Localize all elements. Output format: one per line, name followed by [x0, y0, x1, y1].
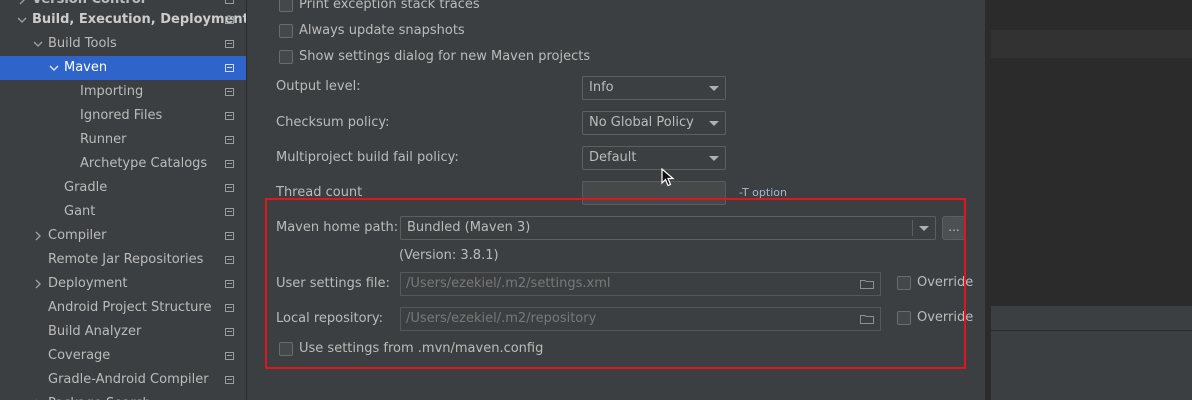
- checksum-policy-value: No Global Policy: [589, 115, 694, 130]
- tree-item-label: Coverage: [48, 348, 111, 363]
- tree-item-archetype-catalogs[interactable]: Archetype Catalogs: [0, 152, 246, 176]
- mouse-pointer-icon: [661, 168, 675, 187]
- settings-tree: Version Control Build, Execution, Deploy…: [0, 0, 246, 400]
- tree-item-build-tools[interactable]: Build Tools: [0, 32, 246, 56]
- tree-item-label: Archetype Catalogs: [80, 156, 208, 171]
- tree-item-maven[interactable]: Maven: [0, 56, 246, 80]
- multiproject-policy-label: Multiproject build fail policy:: [276, 150, 459, 165]
- output-level-select[interactable]: Info: [582, 76, 726, 100]
- checksum-policy-label: Checksum policy:: [276, 115, 390, 130]
- tree-item-runner[interactable]: Runner: [0, 128, 246, 152]
- tree-item-gradle-android-compiler[interactable]: Gradle-Android Compiler: [0, 368, 246, 392]
- tree-item-label: Build Analyzer: [48, 324, 142, 339]
- tree-item-label: Build, Execution, Deployment: [32, 12, 246, 27]
- tool-window-header: [991, 306, 1192, 330]
- project-settings-icon: [225, 376, 234, 384]
- tree-item-label: Gradle: [64, 180, 108, 195]
- tree-item-deployment[interactable]: Deployment: [0, 272, 246, 296]
- tree-item-label: Importing: [80, 84, 144, 99]
- project-settings-icon: [225, 232, 234, 240]
- tree-item-label: Runner: [80, 132, 127, 147]
- project-settings-icon: [225, 280, 234, 288]
- project-settings-icon: [225, 208, 234, 216]
- project-settings-icon: [225, 184, 234, 192]
- tree-item-label: Ignored Files: [80, 108, 163, 123]
- project-settings-icon: [225, 88, 234, 96]
- chevron-right-icon[interactable]: [32, 224, 44, 248]
- tree-item-label: Compiler: [48, 228, 107, 243]
- tree-item-coverage[interactable]: Coverage: [0, 344, 246, 368]
- chevron-down-icon: [709, 156, 719, 161]
- tree-item-label: Deployment: [48, 276, 128, 291]
- chevron-down-icon: [709, 86, 719, 91]
- tree-item-label: Remote Jar Repositories: [48, 252, 204, 267]
- multiproject-policy-select[interactable]: Default: [582, 146, 726, 170]
- tree-item-build-analyzer[interactable]: Build Analyzer: [0, 320, 246, 344]
- tree-item-remote-jar-repositories[interactable]: Remote Jar Repositories: [0, 248, 246, 272]
- tree-item-android-project-structure[interactable]: Android Project Structure: [0, 296, 246, 320]
- always-update-checkbox[interactable]: [279, 24, 293, 38]
- show-dialog-checkbox[interactable]: [279, 50, 293, 64]
- tree-item-gant[interactable]: Gant: [0, 200, 246, 224]
- show-dialog-label: Show settings dialog for new Maven proje…: [299, 49, 591, 64]
- project-settings-icon: [225, 64, 234, 72]
- tree-item-label: Gradle-Android Compiler: [48, 372, 209, 387]
- tree-scrollbar[interactable]: [247, 0, 257, 400]
- project-settings-icon: [225, 304, 234, 312]
- project-settings-icon: [225, 160, 234, 168]
- project-settings-icon: [225, 328, 234, 336]
- tree-item-label: Maven: [64, 60, 108, 75]
- editor-highlight-line: [991, 30, 1192, 58]
- output-level-value: Info: [589, 80, 614, 95]
- project-settings-icon: [225, 352, 234, 360]
- project-settings-icon: [225, 0, 234, 4]
- tree-item-importing[interactable]: Importing: [0, 80, 246, 104]
- chevron-down-icon[interactable]: [48, 56, 60, 80]
- project-settings-icon: [225, 40, 234, 48]
- tree-item-label: Build Tools: [48, 36, 117, 51]
- always-update-label: Always update snapshots: [299, 23, 465, 38]
- print-exception-checkbox[interactable]: [279, 0, 293, 12]
- tree-item-label: Package Search: [48, 392, 151, 400]
- tree-item-package-search[interactable]: Package Search: [0, 392, 246, 400]
- chevron-right-icon[interactable]: [32, 272, 44, 296]
- project-settings-icon: [225, 136, 234, 144]
- annotation-highlight-box: [265, 198, 966, 369]
- tree-item-ignored-files[interactable]: Ignored Files: [0, 104, 246, 128]
- project-settings-icon: [225, 256, 234, 264]
- output-level-label: Output level:: [276, 79, 361, 94]
- chevron-down-icon[interactable]: [16, 8, 28, 32]
- project-settings-icon: [225, 112, 234, 120]
- tree-item-compiler[interactable]: Compiler: [0, 224, 246, 248]
- tree-item-label: Gant: [64, 204, 96, 219]
- chevron-right-icon[interactable]: [32, 392, 44, 400]
- tree-item-label: Android Project Structure: [48, 300, 212, 315]
- tree-item-build-execution-deployment[interactable]: Build, Execution, Deployment: [0, 8, 246, 32]
- checksum-policy-select[interactable]: No Global Policy: [582, 111, 726, 135]
- tree-item-gradle[interactable]: Gradle: [0, 176, 246, 200]
- project-settings-icon: [225, 16, 234, 24]
- print-exception-label: Print exception stack traces: [299, 0, 480, 12]
- chevron-down-icon[interactable]: [32, 32, 44, 56]
- tool-window-body: [991, 330, 1192, 400]
- multiproject-policy-value: Default: [589, 150, 637, 165]
- chevron-down-icon: [709, 121, 719, 126]
